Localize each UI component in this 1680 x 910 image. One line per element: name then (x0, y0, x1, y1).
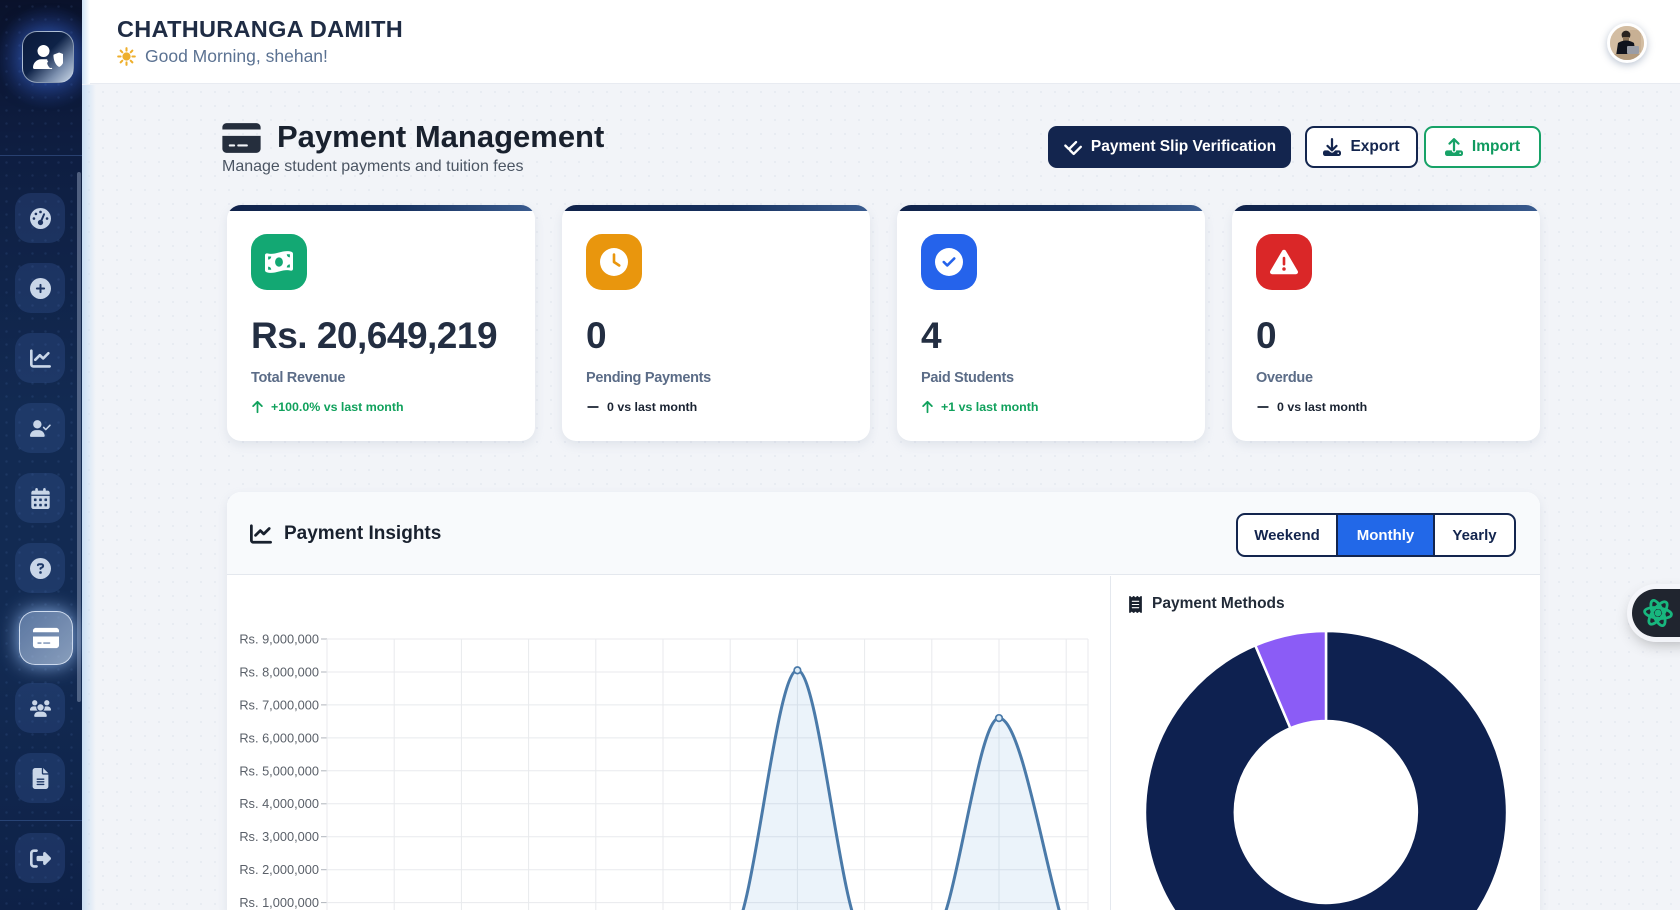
svg-text:Rs. 4,000,000: Rs. 4,000,000 (239, 796, 319, 811)
svg-text:Rs. 5,000,000: Rs. 5,000,000 (239, 763, 319, 778)
svg-text:Rs. 9,000,000: Rs. 9,000,000 (239, 632, 319, 647)
svg-text:Rs. 6,000,000: Rs. 6,000,000 (239, 730, 319, 745)
svg-text:Rs. 7,000,000: Rs. 7,000,000 (239, 697, 319, 712)
svg-text:Rs. 2,000,000: Rs. 2,000,000 (239, 862, 319, 877)
svg-text:Rs. 3,000,000: Rs. 3,000,000 (239, 829, 319, 844)
svg-text:Rs. 1,000,000: Rs. 1,000,000 (239, 895, 319, 910)
svg-text:Rs. 8,000,000: Rs. 8,000,000 (239, 665, 319, 680)
